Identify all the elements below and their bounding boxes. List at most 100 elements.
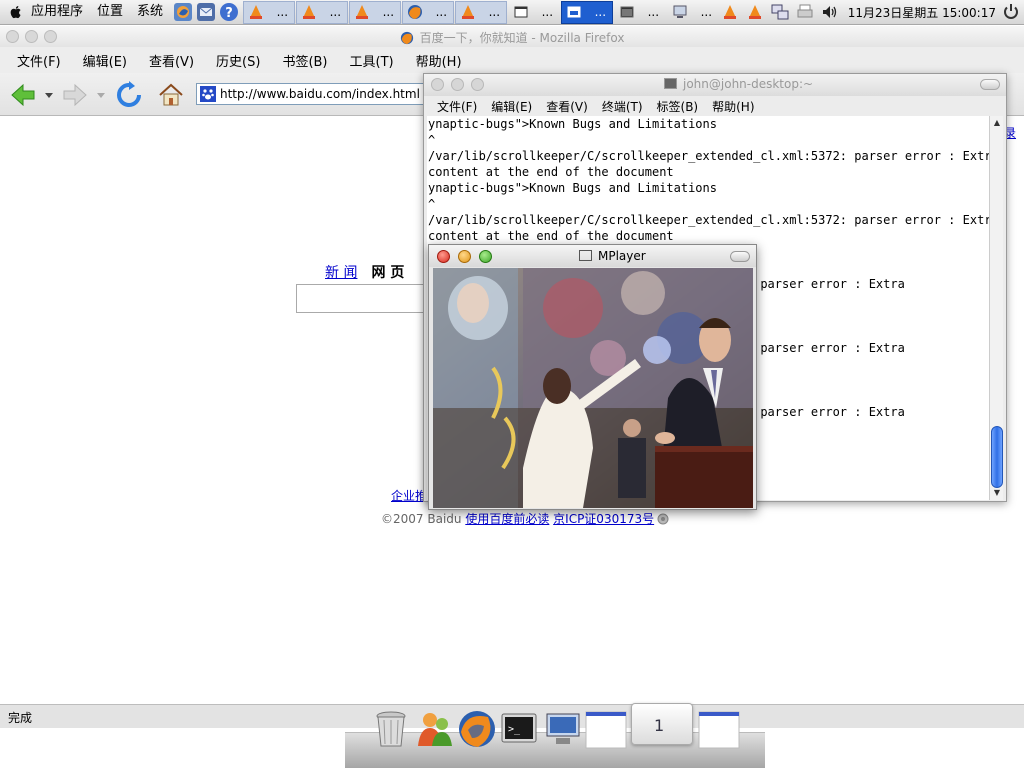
status-text: 完成 <box>8 711 33 725</box>
task-firefox[interactable]: ... <box>402 0 455 24</box>
minimize-button[interactable] <box>451 78 464 91</box>
scrollbar-thumb[interactable] <box>991 426 1003 488</box>
terminal-line: /var/lib/scrollkeeper/C/scrollkeeper_ext… <box>428 213 989 227</box>
task-vlc-1[interactable]: ... <box>243 0 296 24</box>
task-vlc-4[interactable]: ... <box>455 0 508 24</box>
mail-launcher-icon[interactable] <box>196 2 216 22</box>
help-launcher-icon[interactable]: ? <box>219 2 239 22</box>
maximize-button[interactable] <box>479 250 492 263</box>
people-icon[interactable] <box>414 708 456 750</box>
task-terminal[interactable]: ... <box>614 1 666 24</box>
tab-news[interactable]: 新 闻 <box>325 262 357 282</box>
scroll-up-icon[interactable]: ▲ <box>992 118 1002 128</box>
mplayer-title: MPlayer <box>579 249 646 263</box>
baidu-favicon-icon <box>200 86 216 102</box>
vlc-icon <box>356 5 369 19</box>
terminal-title-text: john@john-desktop:~ <box>683 77 814 91</box>
mplayer-titlebar[interactable]: MPlayer <box>429 245 756 267</box>
menu-tabs[interactable]: 标签(B) <box>650 98 706 115</box>
vlc-tray-icon[interactable] <box>746 3 764 21</box>
task-vlc-3[interactable]: ... <box>349 0 402 24</box>
icp-link[interactable]: 京ICP证030173号 <box>553 512 654 526</box>
menu-bookmarks[interactable]: 书签(B) <box>271 51 338 70</box>
task-window-1[interactable]: ... <box>508 1 560 24</box>
terminal-icon[interactable]: >_ <box>498 708 540 750</box>
firefox-icon <box>408 5 423 19</box>
menu-view[interactable]: 查看(V) <box>138 51 205 70</box>
vlc-icon <box>303 5 316 19</box>
places-menu[interactable]: 位置 <box>90 0 130 24</box>
window-thumbnail-icon[interactable] <box>585 708 627 750</box>
firefox-titlebar[interactable]: 百度一下，你就知道 - Mozilla Firefox <box>0 26 1024 47</box>
window-thumbnail-icon[interactable] <box>698 708 740 750</box>
applications-menu[interactable]: 应用程序 <box>24 0 90 24</box>
menu-file[interactable]: 文件(F) <box>430 98 484 115</box>
forward-dropdown-icon[interactable] <box>97 93 105 99</box>
menu-view[interactable]: 查看(V) <box>539 98 595 115</box>
printer-icon[interactable] <box>796 3 814 21</box>
svg-text:>_: >_ <box>508 724 521 735</box>
terminal-scrollbar[interactable]: ▲ ▼ <box>989 116 1003 500</box>
terminal-titlebar[interactable]: john@john-desktop:~ <box>424 74 1006 96</box>
toolbar-toggle-button[interactable] <box>730 251 750 262</box>
back-dropdown-icon[interactable] <box>45 93 53 99</box>
terminal-title: john@john-desktop:~ <box>664 77 813 91</box>
baidu-copyright: ©2007 Baidu 使用百度前必读 京ICP证030173号 <box>381 510 669 527</box>
menu-help[interactable]: 帮助(H) <box>405 51 473 70</box>
enterprise-link[interactable]: 企业推 <box>391 487 427 504</box>
task-network[interactable]: ... <box>667 1 719 24</box>
scroll-down-icon[interactable]: ▼ <box>992 488 1002 498</box>
firefox-icon[interactable] <box>456 708 498 750</box>
tab-web[interactable]: 网 页 <box>371 262 404 282</box>
mplayer-window: MPlayer <box>428 244 757 510</box>
vlc-tray-icon[interactable] <box>721 3 739 21</box>
system-menu[interactable]: 系统 <box>130 0 170 24</box>
police-badge-icon <box>657 513 669 525</box>
menu-help[interactable]: 帮助(H) <box>705 98 761 115</box>
terminal-icon <box>664 78 677 89</box>
forward-icon[interactable] <box>60 81 90 109</box>
maximize-button[interactable] <box>471 78 484 91</box>
task-label: ... <box>382 5 395 19</box>
close-button[interactable] <box>431 78 444 91</box>
volume-icon[interactable] <box>821 3 839 21</box>
task-label: ... <box>541 5 554 19</box>
baidu-search-input[interactable] <box>296 284 436 313</box>
workspace-switcher[interactable]: 1 <box>631 703 693 745</box>
address-bar[interactable] <box>196 83 436 105</box>
terminal-line: ynaptic-bugs">Known Bugs and Limitations <box>428 117 717 131</box>
task-vlc-2[interactable]: ... <box>296 0 349 24</box>
firefox-launcher-icon[interactable] <box>173 2 193 22</box>
workspace-number: 1 <box>654 716 665 735</box>
home-icon[interactable] <box>156 81 186 109</box>
menu-edit[interactable]: 编辑(E) <box>484 98 539 115</box>
menu-tools[interactable]: 工具(T) <box>339 51 405 70</box>
back-icon[interactable] <box>8 81 38 109</box>
firefox-icon <box>400 31 413 45</box>
menu-terminal[interactable]: 终端(T) <box>595 98 650 115</box>
menu-history[interactable]: 历史(S) <box>205 51 271 70</box>
desktop: 应用程序 位置 系统 ? ... ... ... ... ... ... ...… <box>0 0 1024 768</box>
network-status-icon[interactable] <box>771 3 789 21</box>
apple-logo-icon[interactable] <box>8 4 24 20</box>
task-list: ... ... ... ... ... ... ... ... ... <box>243 0 720 24</box>
reload-icon[interactable] <box>114 81 144 109</box>
url-input[interactable] <box>220 87 430 101</box>
menu-file[interactable]: 文件(F) <box>6 51 72 70</box>
minimize-button[interactable] <box>458 250 471 263</box>
menu-edit[interactable]: 编辑(E) <box>72 51 138 70</box>
clock[interactable]: 11月23日星期五 15:00:17 <box>848 4 996 21</box>
video-frame[interactable] <box>433 268 753 508</box>
must-read-link[interactable]: 使用百度前必读 <box>465 512 549 526</box>
trash-icon[interactable] <box>370 708 412 750</box>
task-window-2[interactable]: ... <box>561 0 614 24</box>
mplayer-title-text: MPlayer <box>598 249 646 263</box>
svg-text:?: ? <box>225 6 233 21</box>
terminal-line: content at the end of the document <box>428 165 674 179</box>
firefox-title: 百度一下，你就知道 - Mozilla Firefox <box>0 29 1024 46</box>
network-icon[interactable] <box>542 708 584 750</box>
power-icon[interactable] <box>1002 3 1020 21</box>
terminal-menubar: 文件(F) 编辑(E) 查看(V) 终端(T) 标签(B) 帮助(H) <box>424 96 1006 116</box>
toolbar-toggle-button[interactable] <box>980 79 1000 90</box>
close-button[interactable] <box>437 250 450 263</box>
